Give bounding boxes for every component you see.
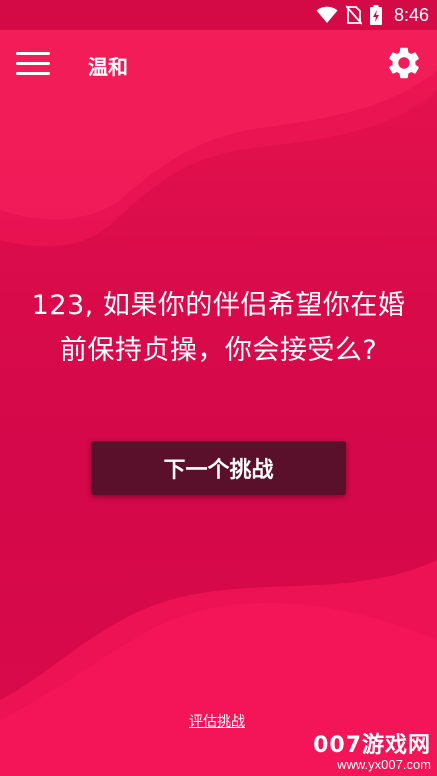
challenge-question: 123, 如果你的伴侣希望你在婚前保持贞操，你会接受么? xyxy=(31,290,406,366)
status-icons: 8:46 xyxy=(316,3,429,27)
background-waves xyxy=(0,30,437,776)
next-challenge-button[interactable]: 下一个挑战 xyxy=(91,441,346,495)
watermark-url: www.yx007.com xyxy=(337,757,431,772)
app-screen: 8:46 温和 123, 如果你的伴侣希望你在婚前保持贞操，你会接受么? 下一个… xyxy=(0,0,437,776)
gear-icon[interactable] xyxy=(385,44,423,82)
hamburger-menu-icon[interactable] xyxy=(16,50,52,78)
app-bar: 温和 xyxy=(0,30,437,96)
app-title: 温和 xyxy=(88,55,128,79)
rate-challenge-link[interactable]: 评估挑战 xyxy=(189,711,245,731)
watermark-logo: 007游戏网 www.yx007.com xyxy=(313,734,431,772)
no-sim-icon xyxy=(345,5,362,25)
wifi-icon xyxy=(316,6,338,23)
watermark-title: 007游戏网 xyxy=(313,733,431,758)
battery-charging-icon xyxy=(369,5,382,25)
status-bar: 8:46 xyxy=(0,0,437,30)
status-time: 8:46 xyxy=(393,4,429,25)
